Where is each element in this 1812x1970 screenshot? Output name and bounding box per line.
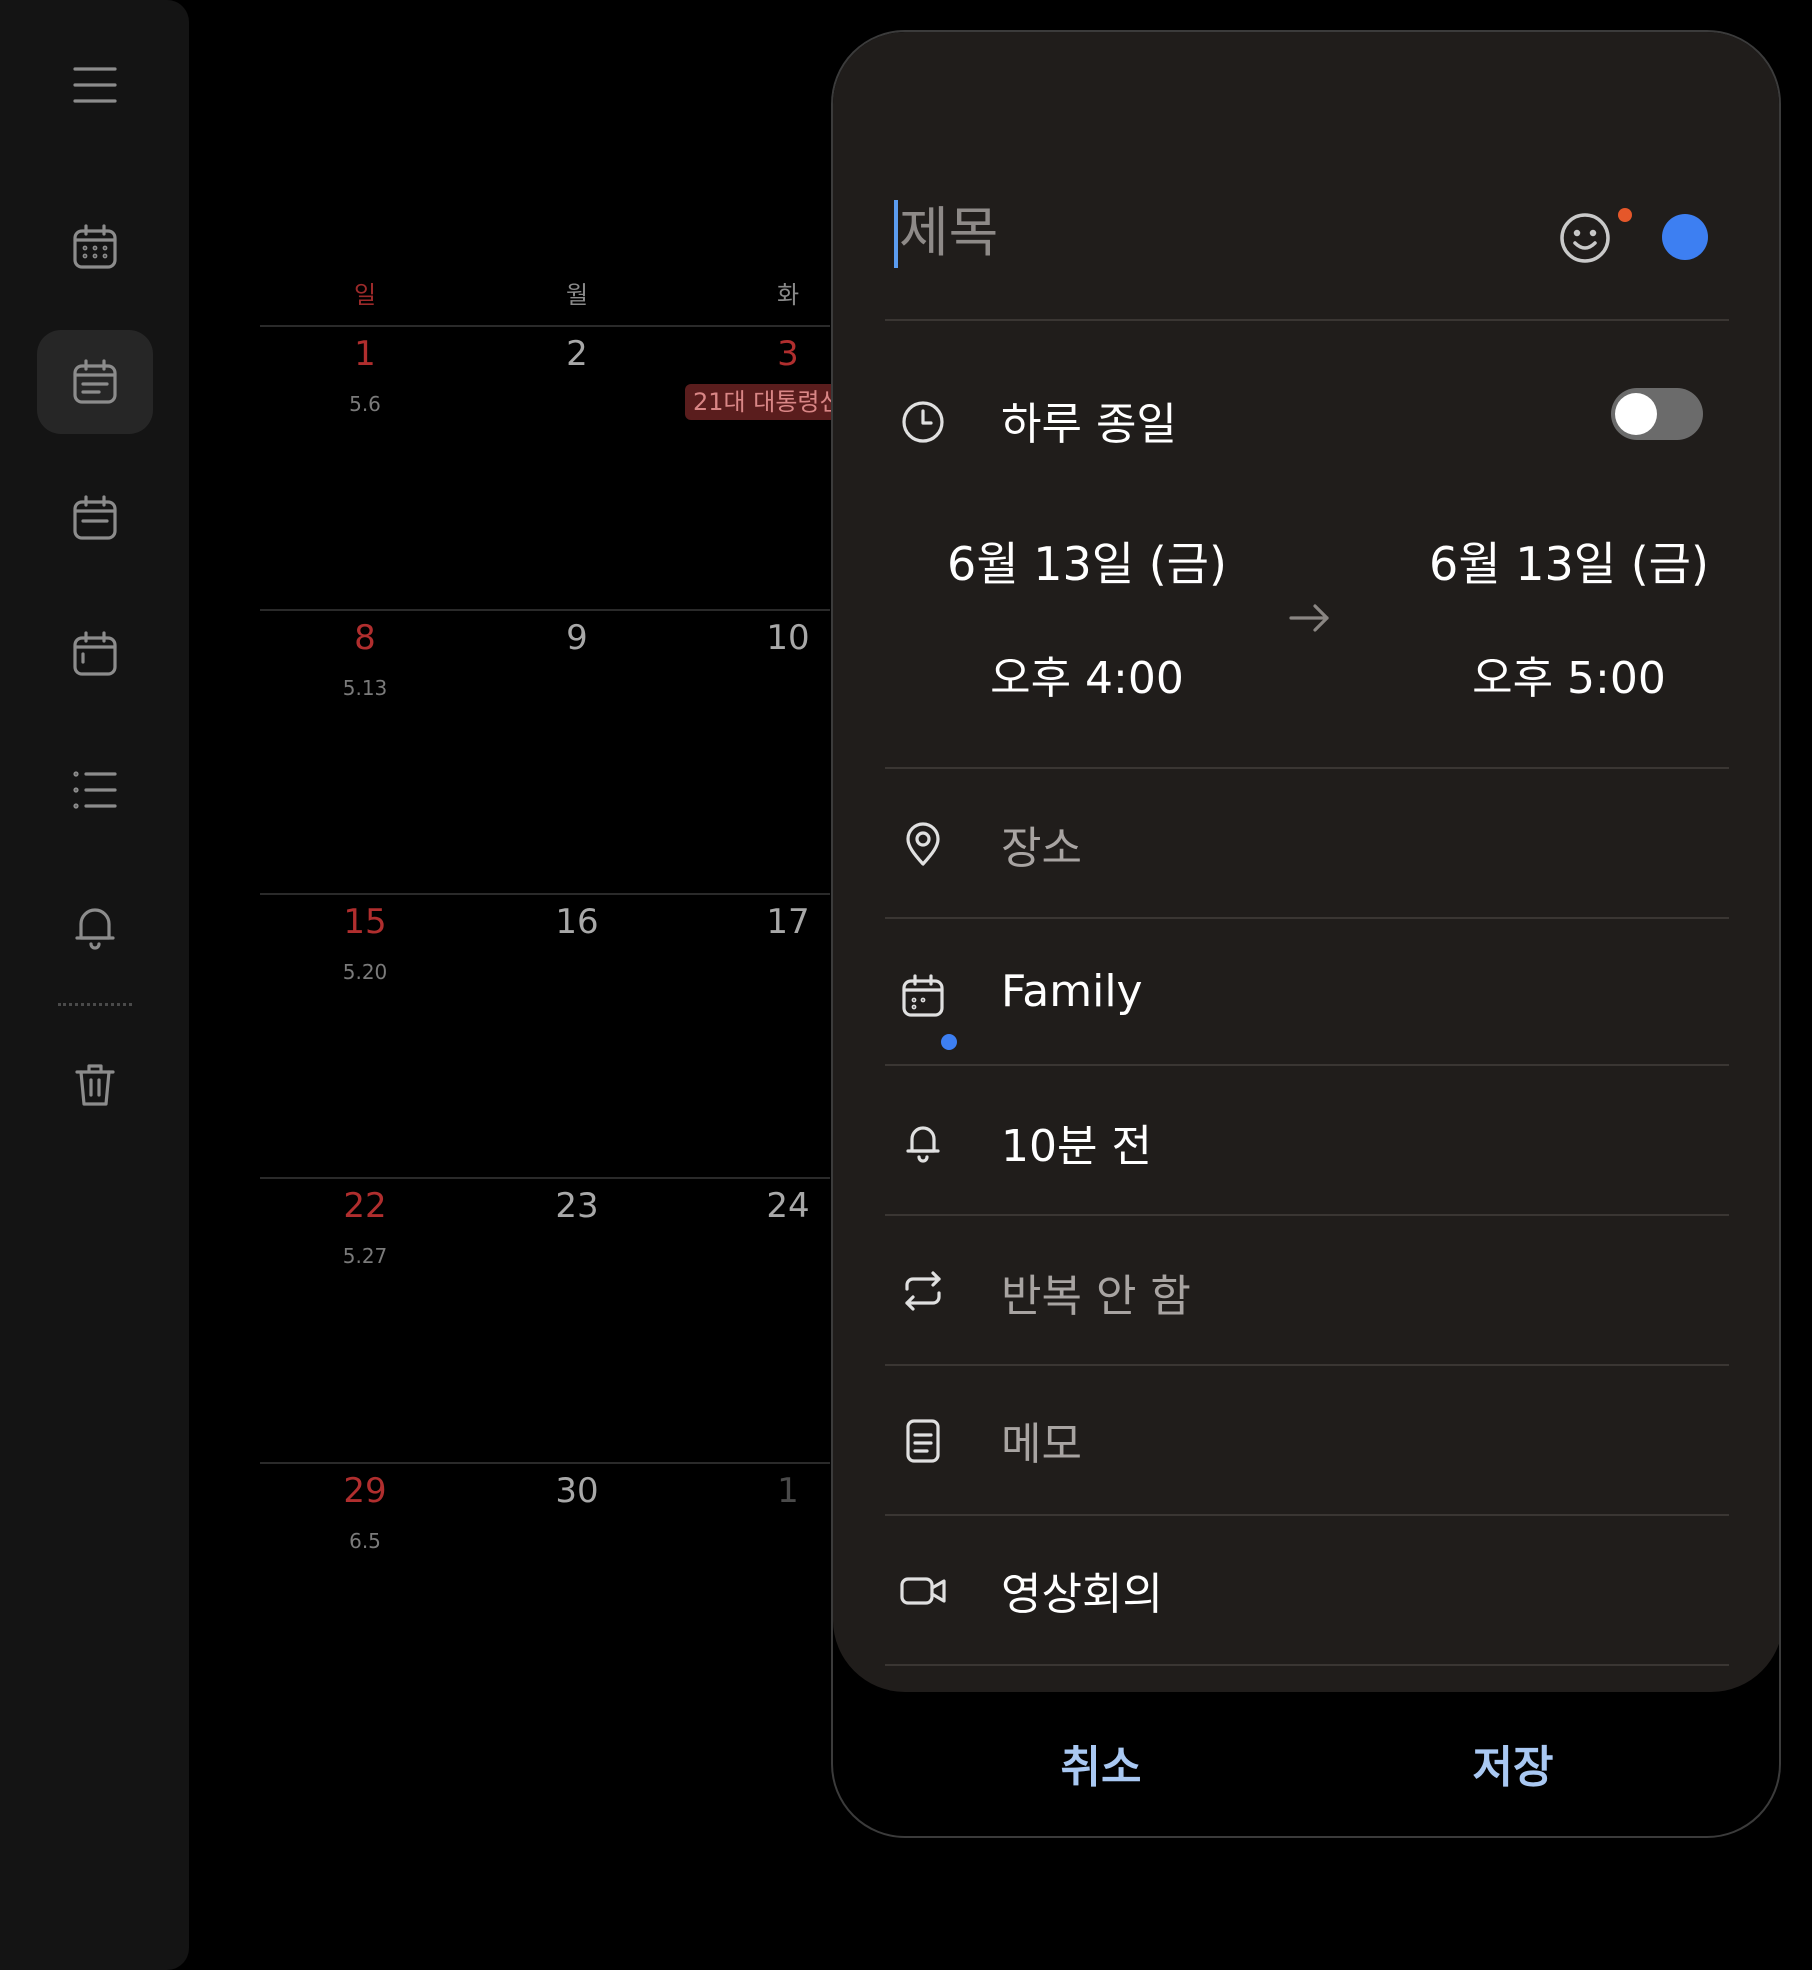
list-view-button[interactable] bbox=[37, 738, 153, 842]
divider bbox=[885, 767, 1729, 769]
video-camera-icon bbox=[899, 1567, 947, 1615]
start-time[interactable]: 오후 4:00 bbox=[927, 642, 1247, 706]
bell-icon bbox=[899, 1117, 947, 1165]
weekday-mon: 월 bbox=[565, 281, 589, 309]
day-cell[interactable]: 10 bbox=[738, 618, 838, 658]
reminder-selector[interactable]: 10분 전 bbox=[1001, 1110, 1152, 1174]
end-time[interactable]: 오후 5:00 bbox=[1409, 642, 1729, 706]
week-divider bbox=[260, 609, 830, 611]
day-cell[interactable]: 30 bbox=[527, 1471, 627, 1511]
all-day-label: 하루 종일 bbox=[1001, 399, 1177, 450]
divider bbox=[885, 917, 1729, 919]
day-cell[interactable]: 22 bbox=[315, 1186, 415, 1226]
day-view-icon bbox=[73, 495, 117, 540]
repeat-icon bbox=[899, 1267, 947, 1315]
week-view-button[interactable] bbox=[37, 330, 153, 434]
event-editor-body: 하루 종일 6월 13일 (금) 오후 4:00 6월 13일 (금) 오후 5… bbox=[833, 32, 1779, 1692]
week-view-icon bbox=[73, 359, 117, 404]
lunar-date: 5.13 bbox=[342, 676, 388, 700]
week-divider bbox=[260, 325, 830, 327]
divider bbox=[885, 1064, 1729, 1066]
day-cell[interactable]: 1 bbox=[738, 1471, 838, 1511]
reminder-button[interactable] bbox=[37, 874, 153, 978]
cancel-button[interactable]: 취소 bbox=[951, 1722, 1251, 1812]
divider bbox=[885, 1514, 1729, 1516]
location-field[interactable]: 장소 bbox=[1001, 812, 1082, 876]
list-view-icon bbox=[73, 771, 117, 809]
divider bbox=[885, 319, 1729, 321]
day-cell[interactable]: 1 bbox=[315, 334, 415, 374]
day-cell[interactable]: 29 bbox=[315, 1471, 415, 1511]
clock-icon bbox=[899, 398, 947, 446]
day-cell[interactable]: 23 bbox=[527, 1186, 627, 1226]
toggle-knob bbox=[1615, 393, 1657, 435]
day-cell[interactable]: 9 bbox=[527, 618, 627, 658]
day-view-button[interactable] bbox=[37, 466, 153, 570]
trash-button[interactable] bbox=[37, 1033, 153, 1137]
weekday-sun: 일 bbox=[353, 281, 377, 309]
day-cell[interactable]: 3 bbox=[738, 334, 838, 374]
month-grid: 일 월 화 1 2 3 5.6 21대 대통령선거 8 9 10 5.13 15… bbox=[260, 0, 853, 1970]
title-input[interactable] bbox=[899, 192, 1479, 272]
divider bbox=[885, 1364, 1729, 1366]
lunar-date: 5.20 bbox=[342, 960, 388, 984]
weekday-tue: 화 bbox=[776, 281, 800, 309]
calendar-selector[interactable]: Family bbox=[1001, 966, 1143, 1017]
day-cell[interactable]: 24 bbox=[738, 1186, 838, 1226]
trash-icon bbox=[75, 1064, 115, 1106]
day-cell[interactable]: 17 bbox=[738, 902, 838, 942]
event-color-button[interactable] bbox=[1662, 214, 1708, 260]
day-cell[interactable]: 8 bbox=[315, 618, 415, 658]
location-pin-icon bbox=[899, 820, 947, 868]
rail-separator bbox=[58, 1003, 132, 1006]
day-cell[interactable]: 15 bbox=[315, 902, 415, 942]
menu-icon bbox=[73, 67, 117, 103]
divider bbox=[885, 1664, 1729, 1666]
week-divider bbox=[260, 893, 830, 895]
repeat-selector[interactable]: 반복 안 함 bbox=[1001, 1260, 1191, 1324]
memo-field[interactable]: 메모 bbox=[1001, 1408, 1082, 1472]
arrow-right-icon bbox=[1285, 594, 1333, 642]
lunar-date: 5.6 bbox=[349, 392, 381, 416]
smiley-icon bbox=[1560, 213, 1610, 263]
all-day-toggle[interactable] bbox=[1611, 388, 1703, 440]
reminder-bell-icon bbox=[75, 908, 115, 950]
lunar-date: 6.5 bbox=[349, 1529, 381, 1553]
event-editor-panel: 하루 종일 6월 13일 (금) 오후 4:00 6월 13일 (금) 오후 5… bbox=[831, 30, 1781, 1838]
lunar-date: 5.27 bbox=[342, 1244, 388, 1268]
new-badge-dot bbox=[1618, 208, 1632, 222]
month-view-button[interactable] bbox=[37, 195, 153, 299]
month-view-icon bbox=[73, 224, 117, 269]
note-icon bbox=[899, 1417, 947, 1465]
video-meeting-option[interactable]: 영상회의 bbox=[1001, 1558, 1163, 1622]
day-cell[interactable]: 2 bbox=[527, 334, 627, 374]
divider bbox=[885, 1214, 1729, 1216]
calendar-color-dot bbox=[939, 1032, 959, 1052]
save-button[interactable]: 저장 bbox=[1363, 1722, 1663, 1812]
sticker-button[interactable] bbox=[1557, 210, 1613, 266]
calendar-icon bbox=[899, 972, 947, 1020]
week-divider bbox=[260, 1462, 830, 1464]
week-divider bbox=[260, 1177, 830, 1179]
menu-button[interactable] bbox=[37, 33, 153, 137]
agenda-view-icon bbox=[73, 631, 117, 676]
end-date[interactable]: 6월 13일 (금) bbox=[1409, 528, 1729, 594]
start-date[interactable]: 6월 13일 (금) bbox=[927, 528, 1247, 594]
holiday-event-chip[interactable]: 21대 대통령선거 bbox=[685, 384, 853, 420]
navigation-rail bbox=[0, 0, 189, 1970]
day-cell[interactable]: 16 bbox=[527, 902, 627, 942]
agenda-view-button[interactable] bbox=[37, 602, 153, 706]
text-cursor bbox=[894, 200, 898, 268]
